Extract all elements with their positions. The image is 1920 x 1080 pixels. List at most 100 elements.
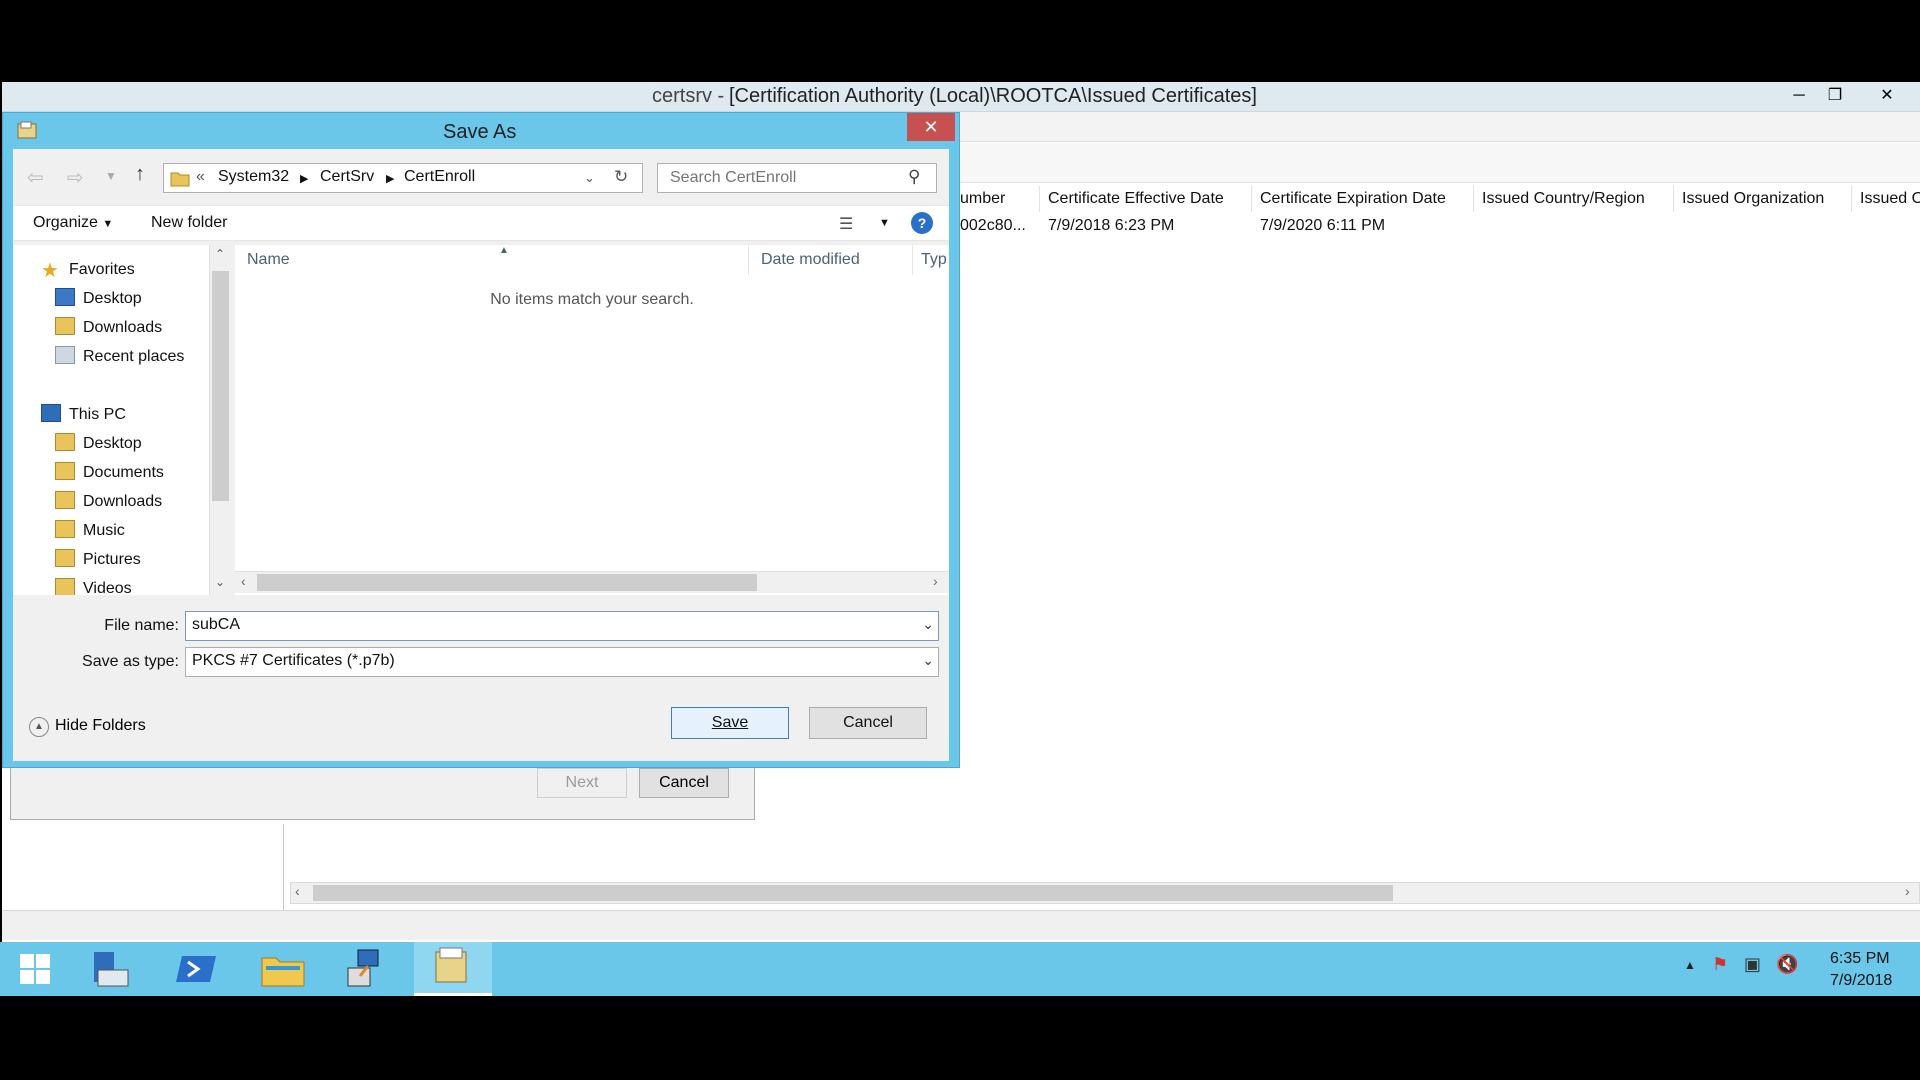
nav-pc-videos[interactable]: Videos [55, 576, 132, 595]
scroll-left-icon[interactable]: ‹ [295, 883, 300, 899]
breadcrumb-system32[interactable]: System32 [218, 168, 289, 186]
nav-favorites-recent-places[interactable]: Recent places [55, 344, 184, 370]
nav-favorites-desktop[interactable]: Desktop [55, 286, 142, 312]
restore-button[interactable]: ❐ [1818, 84, 1852, 108]
file-name-label: File name: [104, 617, 179, 634]
save-as-type-select[interactable]: PKCS #7 Certificates (*.p7b) ⌄ [185, 647, 939, 677]
nav-favorites[interactable]: ★ Favorites [41, 257, 135, 283]
downloads-folder-icon [55, 491, 75, 509]
column-header-organization[interactable]: Issued Organization [1674, 186, 1852, 212]
action-center-icon[interactable]: ⚑ [1712, 954, 1728, 975]
breadcrumb-certsrv[interactable]: CertSrv [320, 168, 374, 186]
nav-pc-pictures[interactable]: Pictures [55, 547, 141, 573]
address-bar[interactable]: « System32 ▶ CertSrv ▶ CertEnroll ⌄ ↻ [163, 163, 643, 193]
breadcrumb-certenroll[interactable]: CertEnroll [404, 168, 475, 186]
column-header-country[interactable]: Issued Country/Region [1474, 186, 1674, 212]
start-button[interactable] [8, 946, 62, 992]
hide-folders-button[interactable]: ▲ Hide Folders [29, 717, 146, 737]
dialog-title: Save As [443, 121, 517, 143]
forward-icon[interactable]: ⇨ [67, 165, 84, 190]
hide-folders-label: Hide Folders [55, 717, 146, 734]
nav-item-label: Recent places [83, 348, 185, 365]
command-bar: Organize ▼ New folder ☰ ▼ ? [13, 205, 949, 241]
nav-scrollbar[interactable]: ⌃ ⌄ [209, 245, 231, 595]
back-icon[interactable]: ⇦ [27, 165, 44, 190]
server-manager-taskbar-button[interactable] [84, 946, 138, 992]
powershell-icon [176, 956, 216, 982]
volume-muted-icon[interactable]: 🔇 [1776, 954, 1798, 975]
file-list-scroll-thumb[interactable] [257, 574, 757, 591]
show-hidden-icons[interactable]: ▲ [1684, 958, 1696, 972]
console-tree-pane [2, 824, 284, 910]
file-name-field[interactable]: subCA ⌄ [185, 611, 939, 641]
refresh-icon[interactable]: ↻ [614, 167, 628, 187]
clock-time[interactable]: 6:35 PM [1830, 950, 1890, 968]
view-options-icon[interactable]: ☰ [839, 214, 853, 234]
network-tool-taskbar-button[interactable] [340, 946, 394, 992]
file-name-value: subCA [192, 616, 241, 633]
help-icon[interactable]: ? [911, 212, 933, 234]
view-dropdown-icon[interactable]: ▼ [879, 217, 890, 229]
close-window-button[interactable]: ✕ [1870, 84, 1904, 108]
pictures-folder-icon [55, 549, 75, 567]
network-icon[interactable]: ▣ [1744, 954, 1761, 975]
nav-item-label: Music [83, 522, 125, 539]
organize-button[interactable]: Organize ▼ [33, 214, 113, 232]
scroll-thumb[interactable] [313, 885, 1393, 901]
scroll-right-icon[interactable]: › [933, 573, 938, 589]
up-icon[interactable]: ↑ [135, 163, 145, 186]
file-list-scrollbar[interactable]: ‹ › [235, 571, 949, 593]
column-header-effective-date[interactable]: Certificate Effective Date [1040, 186, 1252, 212]
breadcrumb-overflow-icon[interactable]: « [196, 168, 205, 186]
search-icon[interactable]: ⚲ [908, 167, 920, 187]
nav-pc-desktop[interactable]: Desktop [55, 431, 142, 457]
nav-item-label: Documents [83, 464, 164, 481]
wizard-cancel-button[interactable]: Cancel [639, 768, 729, 798]
address-dropdown-icon[interactable]: ⌄ [584, 170, 595, 186]
breadcrumb-separator-icon[interactable]: ▶ [300, 172, 308, 185]
file-name-dropdown-icon[interactable]: ⌄ [922, 616, 934, 633]
column-header-type[interactable]: Typ [913, 245, 949, 275]
search-input[interactable] [658, 164, 898, 192]
powershell-taskbar-button[interactable] [170, 946, 224, 992]
certification-authority-taskbar-button[interactable] [414, 942, 492, 996]
file-explorer-taskbar-button[interactable] [256, 946, 310, 992]
next-button[interactable]: Next [537, 768, 627, 798]
folder-icon [170, 172, 190, 187]
nav-pc-documents[interactable]: Documents [55, 460, 164, 486]
dialog-close-button[interactable]: ✕ [907, 113, 955, 141]
save-as-type-value: PKCS #7 Certificates (*.p7b) [192, 652, 395, 669]
scroll-up-icon[interactable]: ⌃ [215, 247, 225, 261]
scroll-right-icon[interactable]: › [1905, 883, 1910, 899]
minimize-button[interactable]: ─ [1782, 84, 1816, 108]
certificate-authority-icon [435, 947, 467, 983]
organize-label: Organize [33, 214, 98, 231]
column-header-date-modified[interactable]: Date modified [749, 245, 913, 275]
nav-this-pc[interactable]: This PC [41, 402, 126, 428]
videos-folder-icon [55, 578, 75, 595]
breadcrumb-separator-icon[interactable]: ▶ [386, 172, 394, 185]
nav-favorites-downloads[interactable]: Downloads [55, 315, 162, 341]
organize-dropdown-icon: ▼ [102, 218, 114, 230]
column-header-name[interactable]: Name [235, 245, 749, 275]
nav-scroll-thumb[interactable] [212, 271, 229, 501]
documents-folder-icon [55, 462, 75, 480]
taskbar: ▲ ⚑ ▣ 🔇 6:35 PM 7/9/2018 [0, 942, 1920, 996]
search-box[interactable]: ⚲ [657, 163, 937, 193]
nav-pc-downloads[interactable]: Downloads [55, 489, 162, 515]
recent-places-icon [55, 346, 75, 364]
clock-date[interactable]: 7/9/2018 [1830, 972, 1892, 990]
scroll-left-icon[interactable]: ‹ [241, 573, 246, 589]
column-header-expiration-date[interactable]: Certificate Expiration Date [1252, 186, 1474, 212]
column-header-org-unit[interactable]: Issued Or [1852, 186, 1920, 212]
cancel-button[interactable]: Cancel [809, 707, 927, 739]
scroll-down-icon[interactable]: ⌄ [215, 575, 225, 589]
save-button[interactable]: Save [671, 707, 789, 739]
recent-locations-icon[interactable]: ▼ [105, 169, 117, 183]
new-folder-button[interactable]: New folder [151, 214, 227, 232]
nav-pc-music[interactable]: Music [55, 518, 125, 544]
horizontal-scrollbar[interactable]: ‹ › [290, 882, 1920, 904]
save-as-type-dropdown-icon[interactable]: ⌄ [922, 652, 934, 669]
save-as-type-label: Save as type: [82, 653, 179, 670]
column-header-serial[interactable]: umber [952, 186, 1040, 212]
